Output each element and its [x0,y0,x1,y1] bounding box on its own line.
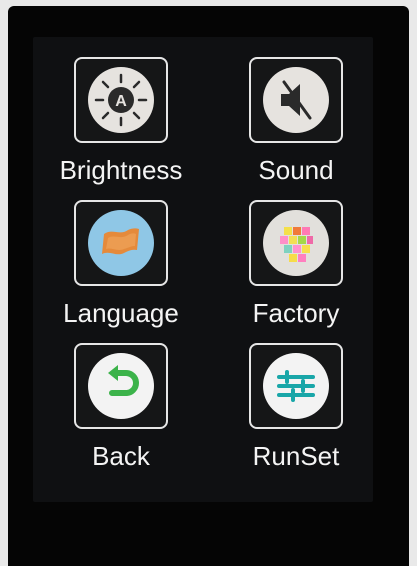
menu-screen: A Brightness Sound Language Factory Back… [33,37,373,502]
language-label: Language [63,298,179,328]
runset-button[interactable] [249,343,343,429]
sliders-icon [263,353,329,419]
language-button[interactable] [74,200,168,286]
factory-label: Factory [252,298,340,328]
sound-label: Sound [258,155,334,185]
back-arrow-icon [88,353,154,419]
brightness-icon: A [88,67,154,133]
back-button[interactable] [74,343,168,429]
color-grid-icon [263,210,329,276]
brightness-label: Brightness [59,155,183,185]
flag-icon [88,210,154,276]
back-label: Back [92,441,150,471]
sound-button[interactable] [249,57,343,143]
runset-label: RunSet [252,441,340,471]
factory-button[interactable] [249,200,343,286]
speaker-muted-icon [263,67,329,133]
brightness-button[interactable]: A [74,57,168,143]
svg-text:A: A [115,93,127,110]
